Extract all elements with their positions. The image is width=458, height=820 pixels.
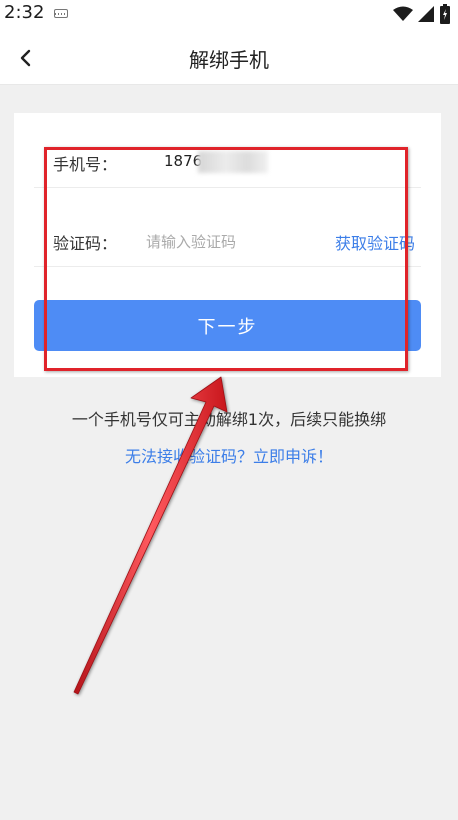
wifi-icon: [393, 6, 413, 21]
appeal-link[interactable]: 无法接收验证码？立即申诉！: [0, 443, 458, 467]
status-time: 2:32: [4, 2, 45, 23]
page-title: 解绑手机: [189, 48, 269, 72]
signal-icon: [418, 6, 434, 22]
status-bar: 2:32: [0, 0, 458, 30]
header-bar: 解绑手机: [0, 30, 458, 85]
unbind-limit-notice: 一个手机号仅可主动解绑1次，后续只能换绑: [71, 410, 387, 429]
keyboard-icon: [54, 9, 68, 18]
annotation-highlight-box: [44, 147, 408, 371]
battery-icon: [440, 4, 450, 24]
